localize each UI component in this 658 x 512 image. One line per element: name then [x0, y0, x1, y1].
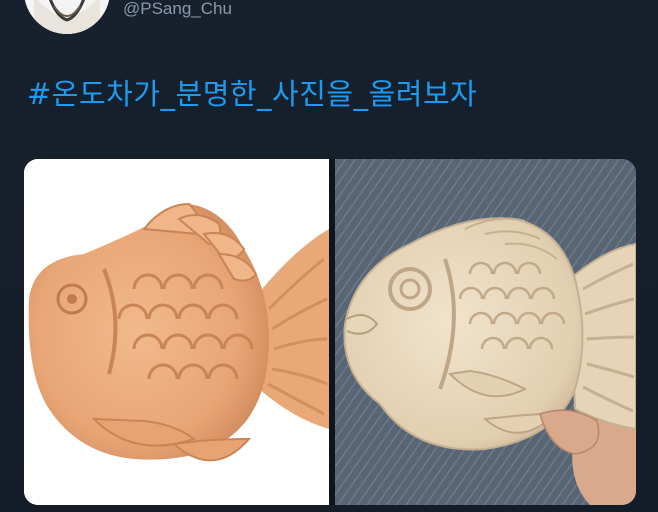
user-handle[interactable]: @PSang_Chu	[123, 0, 232, 18]
media-grid	[24, 159, 636, 505]
tweet-card: @PSang_Chu #온도차가_분명한_사진을_올려보자	[0, 0, 658, 512]
hashtag-link[interactable]: #온도차가_분명한_사진을_올려보자	[27, 76, 477, 112]
photo-taiyaki-bread[interactable]	[24, 159, 329, 505]
avatar[interactable]	[24, 0, 110, 34]
photo-taiyaki-icecream[interactable]	[335, 159, 636, 505]
